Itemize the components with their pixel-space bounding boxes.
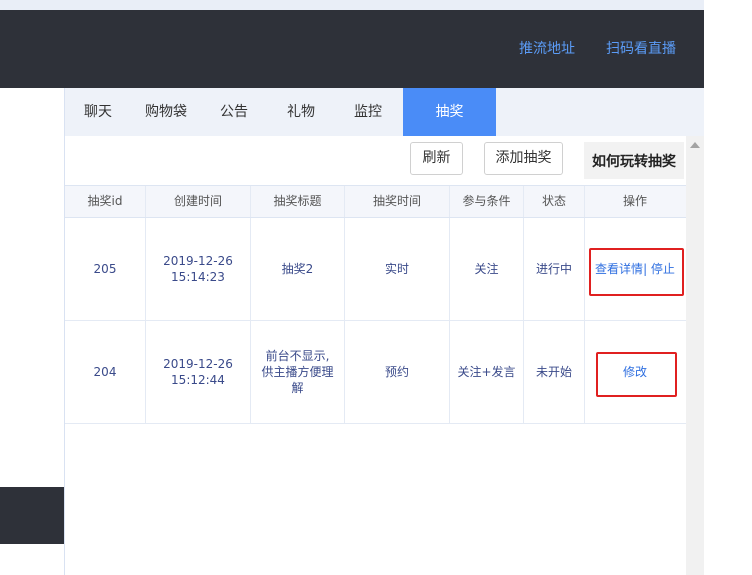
column-header-condition: 参与条件 [450,186,524,217]
push-url-link[interactable]: 推流地址 [519,38,575,58]
lottery-id: 205 [65,218,146,320]
created-time: 2019-12-26 15:12:44 [146,321,251,423]
lottery-title: 前台不显示, 供主播方便理 解 [251,321,345,423]
right-margin [704,0,752,575]
tab-lottery[interactable]: 抽奖 [403,88,496,136]
scan-watch-link[interactable]: 扫码看直播 [606,38,676,58]
table-header: 抽奖id 创建时间 抽奖标题 抽奖时间 参与条件 状态 操作 [65,185,686,218]
top-strip [0,0,704,10]
refresh-button[interactable]: 刷新 [410,142,463,175]
title-line: 前台不显示, [265,349,330,363]
column-header-created-time: 创建时间 [146,186,251,217]
column-header-lottery-time: 抽奖时间 [345,186,450,217]
title-line: 抽奖2 [281,262,314,276]
tab-shopping-bag[interactable]: 购物袋 [138,88,194,136]
column-header-title: 抽奖标题 [251,186,345,217]
column-header-status: 状态 [524,186,585,217]
title-line: 解 [291,381,304,395]
vertical-scrollbar[interactable] [686,136,704,575]
participation-condition: 关注 [450,218,524,320]
created-clock: 15:12:44 [171,373,225,387]
participation-condition: 关注+发言 [450,321,524,423]
tab-gifts[interactable]: 礼物 [277,88,325,136]
highlight-box-row-205-actions [589,248,684,296]
scroll-up-arrow-icon[interactable] [690,142,700,148]
how-to-lottery-link[interactable]: 如何玩转抽奖 [584,142,684,179]
video-controls-bar [0,487,64,544]
created-date: 2019-12-26 [163,357,233,371]
column-header-actions: 操作 [622,194,647,208]
lottery-time: 预约 [345,321,450,423]
live-header-bar: 推流地址 扫码看直播 [0,10,704,88]
status: 进行中 [524,218,585,320]
tab-bar: 聊天 购物袋 公告 礼物 监控 抽奖 [65,88,704,136]
column-header-id: 抽奖id [65,186,146,217]
created-clock: 15:14:23 [171,270,225,284]
highlight-box-row-204-actions [596,352,677,397]
add-lottery-button[interactable]: 添加抽奖 [484,142,563,175]
lottery-id: 204 [65,321,146,423]
tab-chat[interactable]: 聊天 [74,88,122,136]
created-time: 2019-12-26 15:14:23 [146,218,251,320]
tab-monitor[interactable]: 监控 [344,88,392,136]
lottery-time: 实时 [345,218,450,320]
status: 未开始 [524,321,585,423]
lottery-title: 抽奖2 [251,218,345,320]
table-row: 204 2019-12-26 15:12:44 前台不显示, 供主播方便理 解 预… [65,321,686,424]
created-date: 2019-12-26 [163,254,233,268]
tab-announcement[interactable]: 公告 [210,88,258,136]
title-line: 供主播方便理 [261,365,334,379]
